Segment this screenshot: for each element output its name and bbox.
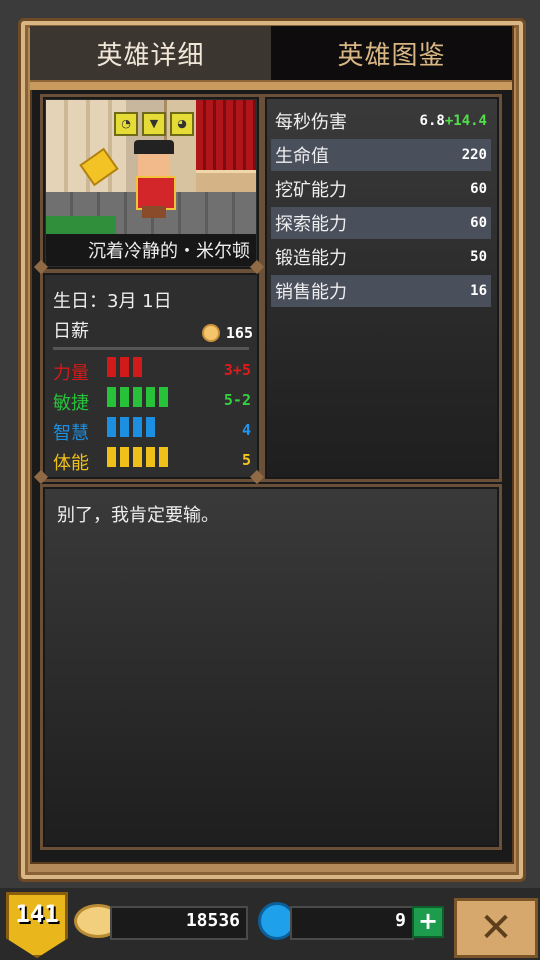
hero-legs <box>142 206 166 218</box>
tab-hero-codex[interactable]: 英雄图鉴 <box>271 26 512 80</box>
attr-label: 力量 <box>53 363 89 384</box>
attr-bars <box>107 357 142 377</box>
stat-label: 锻造能力 <box>275 248 347 269</box>
stat-row-dps: 每秒伤害 6.8+14.4 <box>271 105 491 137</box>
buff-icon-3: ◕ <box>170 112 194 136</box>
attr-bar-segment <box>107 357 116 377</box>
tab-underline <box>30 80 512 90</box>
add-gems-button[interactable]: + <box>412 906 444 938</box>
hero-head <box>138 154 170 176</box>
attr-bar-segment <box>133 357 142 377</box>
gold-amount: 18536 <box>185 910 240 931</box>
attr-bar-segment <box>159 447 168 467</box>
hero-name: 沉着冷静的・米尔顿 <box>46 234 256 266</box>
attr-bar-segment <box>107 387 116 407</box>
stat-row-mining: 挖矿能力 60 <box>271 173 491 205</box>
hero-hat <box>134 140 174 154</box>
info-divider <box>53 347 249 350</box>
stat-row-forging: 锻造能力 50 <box>271 241 491 273</box>
stat-value: 16 <box>470 283 487 299</box>
hero-info-panel: 生日：3月 1日 日薪 165 力量 3+5 敏捷 5-2 智慧 4 体能 5 <box>40 270 262 482</box>
attr-bars <box>107 387 168 407</box>
attr-bar-segment <box>133 387 142 407</box>
attr-bar-segment <box>120 417 129 437</box>
close-button[interactable]: ✕ <box>454 898 538 958</box>
attr-bars <box>107 447 168 467</box>
stat-bonus: +14.4 <box>444 113 487 129</box>
stat-value: 60 <box>470 215 487 231</box>
hero-scene: ◔ ▼ ◕ <box>46 100 256 234</box>
attr-bar-segment <box>133 447 142 467</box>
tab-bar: 英雄详细 英雄图鉴 <box>30 26 512 80</box>
attr-wisdom: 智慧 4 <box>53 417 251 444</box>
stat-base: 6.8 <box>419 113 445 129</box>
stat-value: 6.8+14.4 <box>420 113 487 129</box>
scene-bush <box>46 216 116 234</box>
attr-stamina: 体能 5 <box>53 447 251 474</box>
attr-bar-segment <box>159 387 168 407</box>
attr-label: 体能 <box>53 453 89 474</box>
stat-label: 每秒伤害 <box>275 112 347 133</box>
stat-row-sales: 销售能力 16 <box>271 275 491 307</box>
attr-bar-segment <box>146 417 155 437</box>
attr-value: 4 <box>241 421 251 439</box>
hero-quote-panel: 别了，我肯定要输。 <box>40 484 502 850</box>
stat-row-explore: 探索能力 60 <box>271 207 491 239</box>
salary-value: 165 <box>201 324 253 342</box>
stat-value: 220 <box>461 147 487 163</box>
coin-icon <box>201 324 220 342</box>
stat-row-hp: 生命值 220 <box>271 139 491 171</box>
attr-bar-segment <box>120 447 129 467</box>
hero-quote: 别了，我肯定要输。 <box>57 505 219 526</box>
stat-value: 60 <box>470 181 487 197</box>
hero-portrait-panel: ◔ ▼ ◕ 沉着冷静的・米尔顿 <box>40 94 262 272</box>
hero-birthday: 生日：3月 1日 <box>53 291 172 312</box>
attr-bar-segment <box>120 357 129 377</box>
hero-body <box>136 176 176 210</box>
buff-icons: ◔ ▼ ◕ <box>114 112 194 136</box>
attr-value: 3+5 <box>223 361 251 379</box>
salary-amount: 165 <box>225 324 253 342</box>
stat-label: 生命值 <box>275 146 329 167</box>
salary-label: 日薪 <box>53 321 89 342</box>
hero-sprite <box>126 140 182 218</box>
attr-bar-segment <box>120 387 129 407</box>
attr-label: 敏捷 <box>53 393 89 414</box>
tab-hero-detail[interactable]: 英雄详细 <box>30 26 271 80</box>
attr-bars <box>107 417 155 437</box>
attr-strength: 力量 3+5 <box>53 357 251 384</box>
attr-value: 5 <box>241 451 251 469</box>
gem-amount: 9 <box>395 910 406 931</box>
attr-agility: 敏捷 5-2 <box>53 387 251 414</box>
stat-value: 50 <box>470 249 487 265</box>
scene-curtain <box>196 100 256 170</box>
hero-stats-panel: 每秒伤害 6.8+14.4 生命值 220 挖矿能力 60 探索能力 60 锻造… <box>262 94 502 482</box>
stat-label: 挖矿能力 <box>275 180 347 201</box>
attr-bar-segment <box>107 447 116 467</box>
attr-bar-segment <box>107 417 116 437</box>
buff-icon-1: ◔ <box>114 112 138 136</box>
attr-bar-segment <box>146 387 155 407</box>
attr-bar-segment <box>146 447 155 467</box>
buff-icon-2: ▼ <box>142 112 166 136</box>
stat-label: 销售能力 <box>275 282 347 303</box>
attr-value: 5-2 <box>223 391 251 409</box>
player-level: 141 <box>15 900 59 928</box>
stat-label: 探索能力 <box>275 214 347 235</box>
attr-label: 智慧 <box>53 423 89 444</box>
attr-bar-segment <box>133 417 142 437</box>
